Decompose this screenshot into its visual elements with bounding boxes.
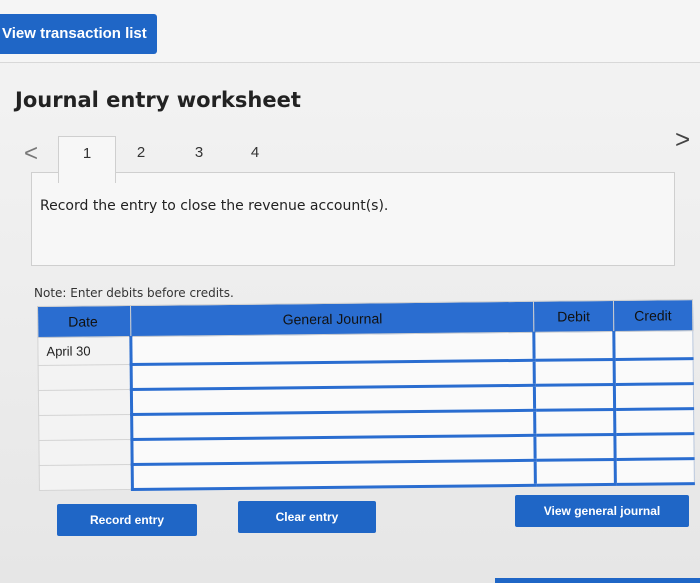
credit-input[interactable] [614,433,695,460]
date-cell [38,439,133,466]
debit-input[interactable] [534,359,614,386]
debit-input[interactable] [535,459,616,486]
page-title: Journal entry worksheet [15,88,301,112]
credit-input[interactable] [614,458,695,485]
chevron-right-icon[interactable]: > [675,124,690,155]
debit-input[interactable] [534,331,614,361]
account-input[interactable] [132,460,536,490]
tab-4[interactable]: 4 [242,136,268,170]
date-cell [38,414,133,441]
credit-input[interactable] [613,383,694,410]
date-cell [38,364,132,391]
bottom-accent-bar [495,578,700,583]
header-credit: Credit [613,299,693,332]
journal-table: Date General Journal Debit Credit April … [37,299,695,492]
journal-worksheet-page: View transaction list Journal entry work… [0,0,700,583]
tab-1[interactable]: 1 [58,136,116,183]
header-general-journal: General Journal [130,301,535,337]
clear-entry-button[interactable]: Clear entry [238,501,376,533]
tab-2[interactable]: 2 [128,136,154,170]
top-bar: View transaction list [0,0,700,63]
credit-input[interactable] [614,408,694,435]
account-input[interactable] [131,332,535,365]
date-cell: April 30 [37,336,132,366]
instruction-panel [31,172,675,266]
credit-input[interactable] [613,358,694,385]
credit-input[interactable] [613,330,694,360]
note-text: Note: Enter debits before credits. [34,286,234,300]
tab-3[interactable]: 3 [186,136,212,170]
debit-input[interactable] [534,384,615,411]
instruction-text: Record the entry to close the revenue ac… [40,198,389,214]
header-date: Date [37,305,132,338]
chevron-left-icon[interactable]: < [24,140,38,168]
debit-input[interactable] [534,409,615,436]
view-transaction-list-button[interactable]: View transaction list [0,14,157,54]
header-debit: Debit [533,300,614,333]
debit-input[interactable] [535,434,615,461]
date-cell [38,389,133,416]
record-entry-button[interactable]: Record entry [57,504,197,536]
date-cell [39,464,133,491]
view-general-journal-button[interactable]: View general journal [515,495,689,527]
